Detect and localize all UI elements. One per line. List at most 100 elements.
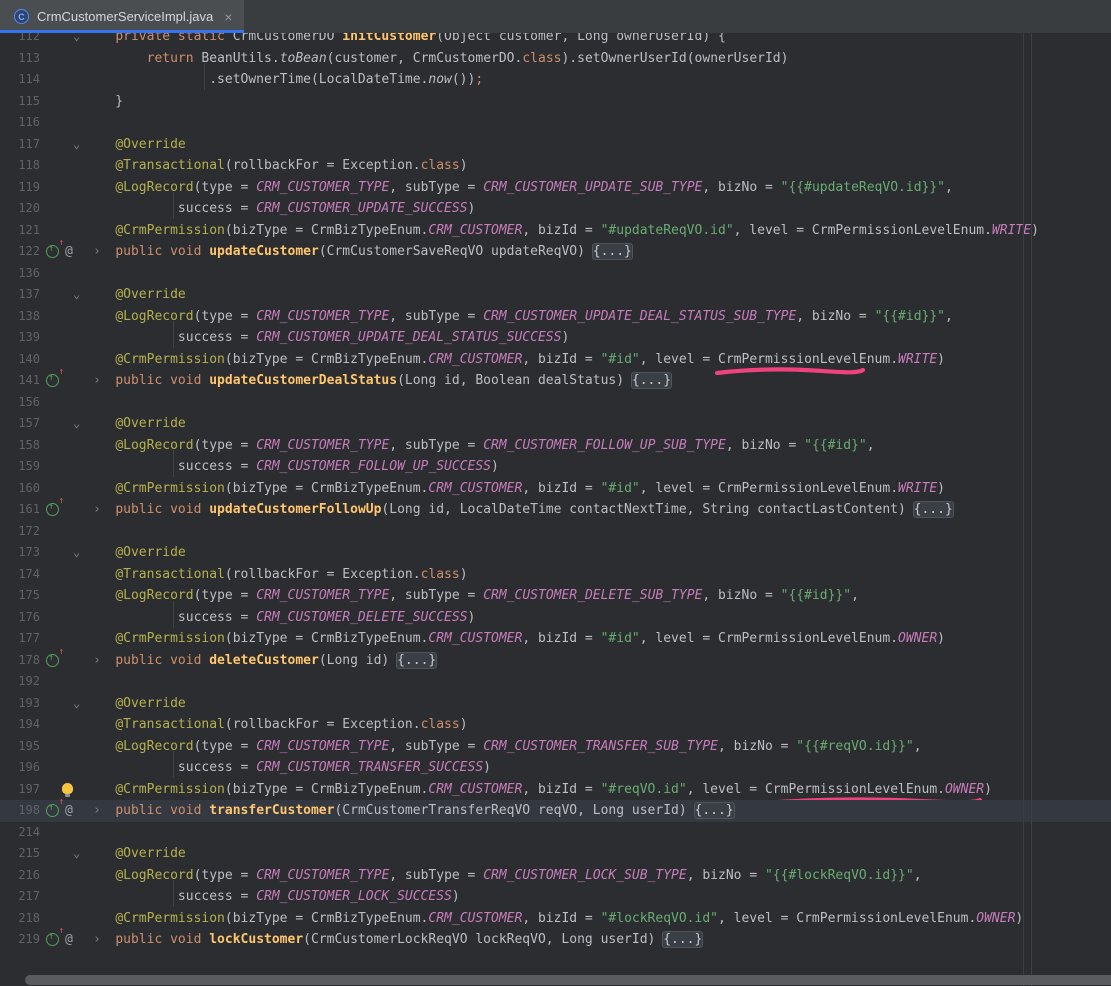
line-number: 218 (0, 908, 40, 930)
override-method-icon[interactable]: ↑ (46, 245, 59, 258)
line-number: 176 (0, 607, 40, 629)
code-text: @Override (84, 284, 186, 306)
fold-expanded-icon[interactable]: ⌄ (73, 542, 80, 564)
code-text: public void updateCustomerDealStatus(Lon… (84, 370, 671, 392)
folded-code-placeholder[interactable]: {...} (632, 373, 671, 388)
line-number: 194 (0, 714, 40, 736)
line-number: 157 (0, 413, 40, 435)
code-line-192: 192 (0, 671, 1111, 693)
folded-code-placeholder[interactable]: {...} (593, 244, 632, 259)
code-line-197: 197 @CrmPermission(bizType = CrmBizTypeE… (0, 779, 1111, 801)
code-line-156: 156 (0, 392, 1111, 414)
line-number: 119 (0, 177, 40, 199)
code-text: @LogRecord(type = CRM_CUSTOMER_TYPE, sub… (84, 435, 875, 457)
code-line-173: 173⌄ @Override (0, 542, 1111, 564)
code-line-218: 218 @CrmPermission(bizType = CrmBizTypeE… (0, 908, 1111, 930)
code-line-114: 114 .setOwnerTime(LocalDateTime.now()); (0, 69, 1111, 91)
code-line-138: 138 @LogRecord(type = CRM_CUSTOMER_TYPE,… (0, 306, 1111, 328)
code-text: success = CRM_CUSTOMER_UPDATE_DEAL_STATU… (84, 327, 569, 349)
code-text: @LogRecord(type = CRM_CUSTOMER_TYPE, sub… (84, 306, 953, 328)
line-number: 140 (0, 349, 40, 371)
annotated-icon[interactable]: @ (65, 929, 73, 951)
code-text: public void lockCustomer(CrmCustomerLock… (84, 929, 702, 951)
line-number: 156 (0, 392, 40, 414)
horizontal-scrollbar-thumb[interactable] (25, 975, 1111, 985)
code-text: public void updateCustomerFollowUp(Long … (84, 499, 953, 521)
override-method-icon[interactable]: ↑ (46, 933, 59, 946)
code-text: public void deleteCustomer(Long id) {...… (84, 650, 436, 672)
line-number: 216 (0, 865, 40, 887)
folded-code-placeholder[interactable]: {...} (663, 932, 702, 947)
intention-bulb-icon[interactable] (62, 783, 73, 794)
code-text: } (84, 91, 123, 113)
folded-code-placeholder[interactable]: {...} (397, 653, 436, 668)
line-number: 159 (0, 456, 40, 478)
code-text: success = CRM_CUSTOMER_UPDATE_SUCCESS) (84, 198, 475, 220)
line-number: 114 (0, 69, 40, 91)
fold-expanded-icon[interactable]: ⌄ (73, 134, 80, 156)
override-method-icon[interactable]: ↑ (46, 374, 59, 387)
code-text: @CrmPermission(bizType = CrmBizTypeEnum.… (84, 220, 1039, 242)
code-line-172: 172 (0, 521, 1111, 543)
code-line-116: 116 (0, 112, 1111, 134)
line-number: 192 (0, 671, 40, 693)
code-line-137: 137 ⌄ @Override (0, 284, 1111, 306)
line-number: 214 (0, 822, 40, 844)
code-text: @LogRecord(type = CRM_CUSTOMER_TYPE, sub… (84, 736, 922, 758)
line-number: 174 (0, 564, 40, 586)
code-text: success = CRM_CUSTOMER_DELETE_SUCCESS) (84, 607, 475, 629)
code-line-193: 193⌄ @Override (0, 693, 1111, 715)
code-lines: 112⌄ private static CrmCustomerDO initCu… (0, 26, 1111, 951)
tab-close-icon[interactable]: × (224, 10, 232, 24)
line-number: 161 (0, 499, 40, 521)
line-number: 195 (0, 736, 40, 758)
override-method-icon[interactable]: ↑ (46, 654, 59, 667)
code-text: @Override (84, 134, 186, 156)
folded-code-placeholder[interactable]: {...} (914, 502, 953, 517)
code-text: @LogRecord(type = CRM_CUSTOMER_TYPE, sub… (84, 585, 859, 607)
line-number: 158 (0, 435, 40, 457)
code-text: success = CRM_CUSTOMER_FOLLOW_UP_SUCCESS… (84, 456, 499, 478)
line-number: 217 (0, 886, 40, 908)
code-text: success = CRM_CUSTOMER_LOCK_SUCCESS) (84, 886, 460, 908)
line-number: 198 (0, 800, 40, 822)
code-text: return BeanUtils.toBean(customer, CrmCus… (84, 48, 788, 70)
code-text: public void transferCustomer(CrmCustomer… (84, 800, 734, 822)
code-line-139: 139 success = CRM_CUSTOMER_UPDATE_DEAL_S… (0, 327, 1111, 349)
line-number: 172 (0, 521, 40, 543)
code-line-117: 117⌄ @Override (0, 134, 1111, 156)
code-line-161: 161↑› public void updateCustomerFollowUp… (0, 499, 1111, 521)
code-line-174: 174 @Transactional(rollbackFor = Excepti… (0, 564, 1111, 586)
override-method-icon[interactable]: ↑ (46, 804, 59, 817)
code-line-119: 119 @LogRecord(type = CRM_CUSTOMER_TYPE,… (0, 177, 1111, 199)
code-text: @Override (84, 542, 186, 564)
annotated-icon[interactable]: @ (65, 800, 73, 822)
override-method-icon[interactable]: ↑ (46, 503, 59, 516)
line-number: 120 (0, 198, 40, 220)
code-line-118: 118 @Transactional(rollbackFor = Excepti… (0, 155, 1111, 177)
tab-crm-customer-service-impl[interactable]: C CrmCustomerServiceImpl.java × (0, 0, 244, 33)
code-line-178: 178↑› public void deleteCustomer(Long id… (0, 650, 1111, 672)
code-text: @CrmPermission(bizType = CrmBizTypeEnum.… (84, 779, 992, 801)
fold-expanded-icon[interactable]: ⌄ (73, 413, 80, 435)
code-text: public void updateCustomer(CrmCustomerSa… (84, 241, 632, 263)
fold-expanded-icon[interactable]: ⌄ (73, 693, 80, 715)
code-text: @Transactional(rollbackFor = Exception.c… (84, 564, 468, 586)
line-number: 139 (0, 327, 40, 349)
code-text: @Override (84, 843, 186, 865)
line-number: 160 (0, 478, 40, 500)
code-text: @Transactional(rollbackFor = Exception.c… (84, 155, 468, 177)
code-text: @CrmPermission(bizType = CrmBizTypeEnum.… (84, 478, 945, 500)
line-number: 141 (0, 370, 40, 392)
code-editor: 112⌄ private static CrmCustomerDO initCu… (0, 0, 1111, 986)
annotated-icon[interactable]: @ (65, 241, 73, 263)
code-text: @Override (84, 693, 186, 715)
code-line-159: 159 success = CRM_CUSTOMER_FOLLOW_UP_SUC… (0, 456, 1111, 478)
folded-code-placeholder[interactable]: {...} (695, 803, 734, 818)
line-number: 118 (0, 155, 40, 177)
fold-expanded-icon[interactable]: ⌄ (73, 284, 80, 306)
code-line-176: 176 success = CRM_CUSTOMER_DELETE_SUCCES… (0, 607, 1111, 629)
fold-expanded-icon[interactable]: ⌄ (73, 843, 80, 865)
line-number: 137 (0, 284, 40, 306)
line-number: 116 (0, 112, 40, 134)
